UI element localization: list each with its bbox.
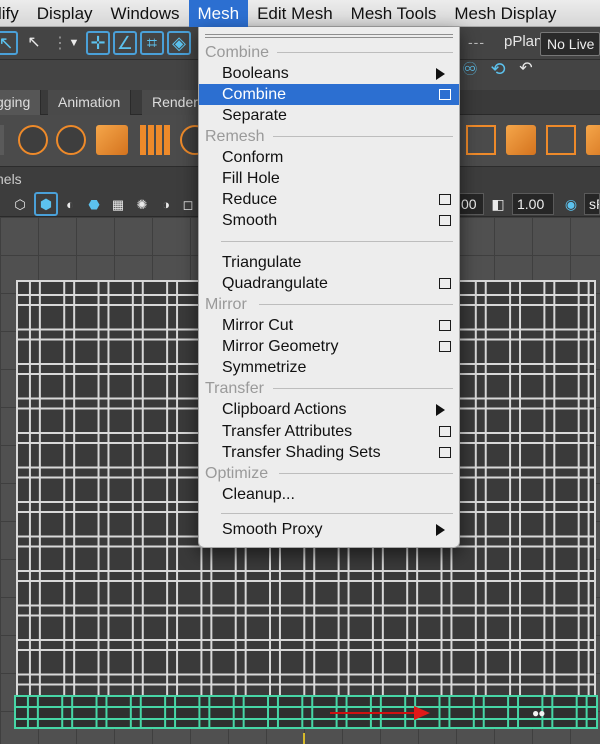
submenu-arrow-icon — [436, 68, 445, 80]
pivot-icon: ●● — [532, 706, 545, 720]
option-box-icon[interactable] — [439, 215, 451, 226]
section-combine: Combine — [205, 42, 455, 63]
option-box-icon[interactable] — [439, 341, 451, 352]
menu-item-mirror-cut[interactable]: Mirror Cut — [199, 315, 459, 336]
menu-item-reduce[interactable]: Reduce — [199, 189, 459, 210]
soft-select-icon[interactable]: ⟲ — [486, 57, 510, 81]
snap-curve-icon[interactable]: ∠ — [113, 31, 137, 55]
shelf-handle[interactable] — [0, 125, 4, 155]
torus-icon[interactable] — [56, 125, 86, 155]
option-box-icon[interactable] — [439, 426, 451, 437]
sphere-icon[interactable] — [18, 125, 48, 155]
color-management-icon[interactable]: ◉ — [559, 192, 583, 216]
cube-split-icon[interactable] — [506, 125, 536, 155]
grid-icon[interactable] — [140, 125, 170, 155]
menu-modify[interactable]: lify — [0, 0, 28, 27]
menu-mesh-tools[interactable]: Mesh Tools — [342, 0, 446, 27]
option-box-icon[interactable] — [439, 89, 451, 100]
main-menubar: lify Display Windows Mesh Edit Mesh Mesh… — [0, 0, 600, 27]
menu-item-triangulate[interactable]: Triangulate — [199, 252, 459, 273]
gamma-icon[interactable]: ◧ — [486, 192, 510, 216]
exposure-field[interactable]: 00 — [456, 193, 484, 215]
lasso-arrow-icon[interactable]: ↖ — [22, 31, 46, 55]
snap-point-icon[interactable]: ⌗ — [140, 31, 164, 55]
select-tool-icon[interactable]: ↖ — [0, 31, 18, 55]
wireframe-icon[interactable]: ⬡ — [8, 192, 32, 216]
menu-item-conform[interactable]: Conform — [199, 147, 459, 168]
move-manipulator[interactable] — [330, 706, 430, 720]
submenu-arrow-icon — [436, 524, 445, 536]
option-box-icon[interactable] — [439, 320, 451, 331]
shadow-icon[interactable]: ◑ — [154, 192, 178, 216]
menu-item-fill-hole[interactable]: Fill Hole — [199, 168, 459, 189]
menu-item-transfer-shading-sets[interactable]: Transfer Shading Sets — [199, 442, 459, 463]
menu-item-quadrangulate[interactable]: Quadrangulate — [199, 273, 459, 294]
dropdown-chevron-icon[interactable]: ▼ — [62, 31, 86, 55]
shaded-icon[interactable]: ⬢ — [34, 192, 58, 216]
menu-item-separate[interactable]: Separate — [199, 105, 459, 126]
snap-grid-icon[interactable]: ✛ — [86, 31, 110, 55]
option-box-icon[interactable] — [439, 194, 451, 205]
checker-icon[interactable]: ▦ — [106, 192, 130, 216]
extrude-icon[interactable] — [586, 125, 600, 155]
isolate-icon[interactable]: ◻ — [176, 192, 200, 216]
section-transfer: Transfer — [205, 378, 455, 399]
tab-animation[interactable]: Animation — [48, 90, 132, 115]
magnet-icon[interactable]: ♾ — [458, 57, 482, 81]
menu-item-smooth[interactable]: Smooth — [199, 210, 459, 231]
menu-item-cleanup[interactable]: Cleanup... — [199, 484, 459, 505]
section-optimize: Optimize — [205, 463, 455, 484]
snap-view-icon[interactable]: ◈ — [167, 31, 191, 55]
redo-icon[interactable]: ↶ — [514, 57, 538, 81]
center-pivot-icon[interactable] — [546, 125, 576, 155]
color-space-field[interactable]: sR — [584, 193, 600, 215]
xray-icon[interactable]: ◐ — [58, 192, 82, 216]
live-surface-field[interactable]: No Live S — [540, 32, 600, 56]
section-remesh: Remesh — [205, 126, 455, 147]
light-icon[interactable]: ✺ — [130, 192, 154, 216]
menu-item-clipboard-actions[interactable]: Clipboard Actions — [199, 399, 459, 420]
option-box-icon[interactable] — [439, 278, 451, 289]
menu-item-transfer-attributes[interactable]: Transfer Attributes — [199, 421, 459, 442]
menu-tearoff[interactable] — [205, 34, 453, 38]
menu-mesh-display[interactable]: Mesh Display — [445, 0, 565, 27]
menu-divider — [221, 513, 453, 514]
section-mirror: Mirror — [205, 294, 455, 315]
menu-display[interactable]: Display — [28, 0, 102, 27]
selected-faces[interactable] — [14, 695, 598, 729]
mesh-dropdown-menu: Combine Booleans Combine Separate Remesh… — [198, 27, 460, 548]
tab-rigging[interactable]: gging — [0, 90, 42, 115]
menu-item-combine[interactable]: Combine — [199, 84, 459, 105]
menu-edit-mesh[interactable]: Edit Mesh — [248, 0, 342, 27]
menu-item-symmetrize[interactable]: Symmetrize — [199, 357, 459, 378]
status-dashes: --- — [468, 34, 485, 50]
submenu-arrow-icon — [436, 404, 445, 416]
menu-item-booleans[interactable]: Booleans — [199, 63, 459, 84]
menu-item-mirror-geometry[interactable]: Mirror Geometry — [199, 336, 459, 357]
axis-marker — [303, 733, 305, 744]
cube-icon[interactable] — [96, 125, 128, 155]
menu-item-smooth-proxy[interactable]: Smooth Proxy — [199, 519, 459, 540]
panels-menu[interactable]: nels — [0, 171, 22, 187]
manipulator-arrowhead[interactable] — [414, 706, 430, 720]
menu-mesh[interactable]: Mesh — [188, 0, 249, 27]
bounding-box-icon[interactable] — [466, 125, 496, 155]
option-box-icon[interactable] — [439, 447, 451, 458]
manipulator-shaft — [330, 712, 418, 714]
menu-windows[interactable]: Windows — [102, 0, 189, 27]
menu-divider — [221, 241, 453, 242]
gamma-field[interactable]: 1.00 — [512, 193, 554, 215]
textured-icon[interactable]: ⬣ — [82, 192, 106, 216]
